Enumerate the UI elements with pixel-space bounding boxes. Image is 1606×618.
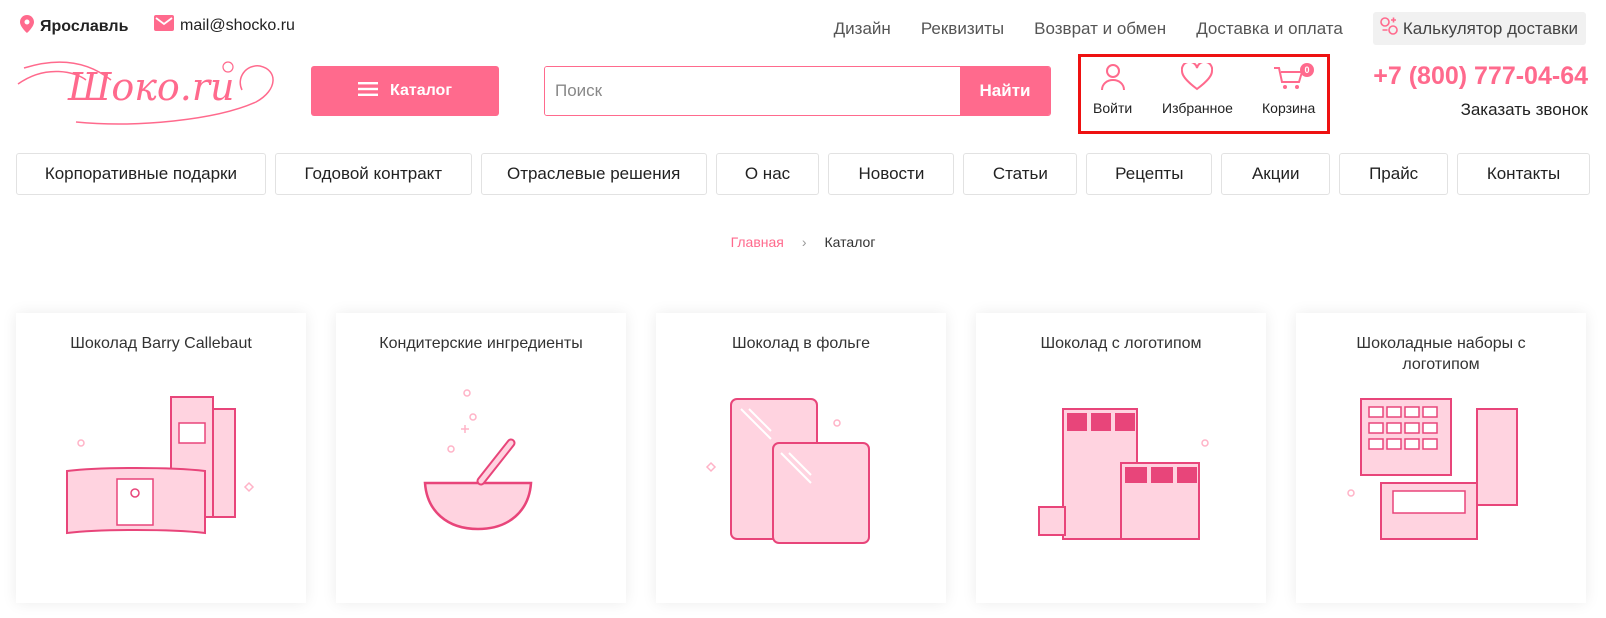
card-title: Шоколад в фольге [731,335,870,352]
breadcrumb-current: Каталог [824,234,876,250]
category-card-foil-chocolate[interactable]: Шоколад в фольге [656,313,946,603]
user-actions-highlight: Войти Избранное 0 Корзина [1078,54,1330,134]
search-bar: Найти [544,66,1051,116]
category-card-barry-callebaut[interactable]: Шоколад Barry Callebaut [16,313,306,603]
heart-icon [1181,60,1214,100]
mortar-pestle-icon [423,389,533,531]
search-input[interactable] [545,67,960,115]
menu-item-news[interactable]: Новости [828,153,955,195]
catalog-button[interactable]: Каталог [311,66,499,116]
category-card-logo-chocolate-sets[interactable]: Шоколадные наборы с логотипом [1296,313,1586,603]
email-link[interactable]: mail@shocko.ru [154,15,295,36]
card-title: Шоколад с логотипом [1040,335,1202,352]
cart-count-badge: 0 [1300,63,1314,77]
menu-item-corporate-gifts[interactable]: Корпоративные подарки [16,153,266,195]
foil-chocolate-icon [705,398,870,544]
callback-link[interactable]: Заказать звонок [1461,100,1588,120]
top-nav-delivery[interactable]: Доставка и оплата [1196,19,1343,39]
phone-number[interactable]: +7 (800) 777-04-64 [1373,62,1588,91]
main-menu: Корпоративные подарки Годовой контракт О… [16,153,1590,195]
category-card-logo-chocolate[interactable]: Шоколад с логотипом [976,313,1266,603]
envelope-icon [154,15,174,36]
site-logo[interactable]: Шоко.ru [16,50,276,130]
menu-item-recipes[interactable]: Рецепты [1086,153,1213,195]
city-label: Ярославль [40,17,129,35]
menu-item-about[interactable]: О нас [715,153,820,195]
category-cards: Шоколад Barry Callebaut Кондитерские инг… [16,313,1590,603]
menu-item-price[interactable]: Прайс [1339,153,1449,195]
cart-label: Корзина [1262,100,1316,116]
menu-item-articles[interactable]: Статьи [963,153,1078,195]
chocolate-bags-icon [66,396,255,535]
top-nav: Дизайн Реквизиты Возврат и обмен Доставк… [834,12,1586,45]
logo-text: Шоко.ru [67,65,235,109]
city-selector[interactable]: Ярославль [20,15,128,38]
menu-item-annual-contract[interactable]: Годовой контракт [274,153,472,195]
delivery-calculator-button[interactable]: Калькулятор доставки [1372,12,1586,45]
top-nav-requisites[interactable]: Реквизиты [921,19,1004,39]
category-card-confectionery-ingredients[interactable]: Кондитерские ингредиенты [336,313,626,603]
card-title: Шоколад Barry Callebaut [70,335,252,352]
breadcrumb: Главная › Каталог [0,234,1606,250]
top-nav-design[interactable]: Дизайн [834,19,891,39]
login-button[interactable]: Войти [1093,63,1132,116]
card-title: Шоколадные наборы с логотипом [1356,335,1526,373]
calculator-icon [1379,16,1399,41]
calculator-label: Калькулятор доставки [1402,18,1578,38]
menu-item-industry-solutions[interactable]: Отраслевые решения [480,153,707,195]
catalog-label: Каталог [390,82,452,99]
card-title: Кондитерские ингредиенты [379,335,583,352]
location-pin-icon [20,15,34,38]
email-label: mail@shocko.ru [180,16,295,34]
menu-item-contacts[interactable]: Контакты [1457,153,1590,195]
breadcrumb-home[interactable]: Главная [731,234,784,250]
top-nav-returns[interactable]: Возврат и обмен [1034,19,1166,39]
user-icon [1100,63,1126,100]
chocolate-sets-icon [1347,398,1518,540]
top-bar: Ярославль mail@shocko.ru Дизайн Реквизит… [0,0,1606,50]
login-label: Войти [1093,100,1133,116]
favorites-label: Избранное [1162,100,1233,116]
chevron-right-icon: › [801,234,807,250]
logo-chocolate-icon [1038,408,1209,540]
favorites-button[interactable]: Избранное [1162,60,1233,116]
search-button[interactable]: Найти [960,67,1050,115]
menu-item-promotions[interactable]: Акции [1221,153,1331,195]
cart-button[interactable]: 0 Корзина [1262,63,1315,116]
hamburger-icon [358,81,378,102]
